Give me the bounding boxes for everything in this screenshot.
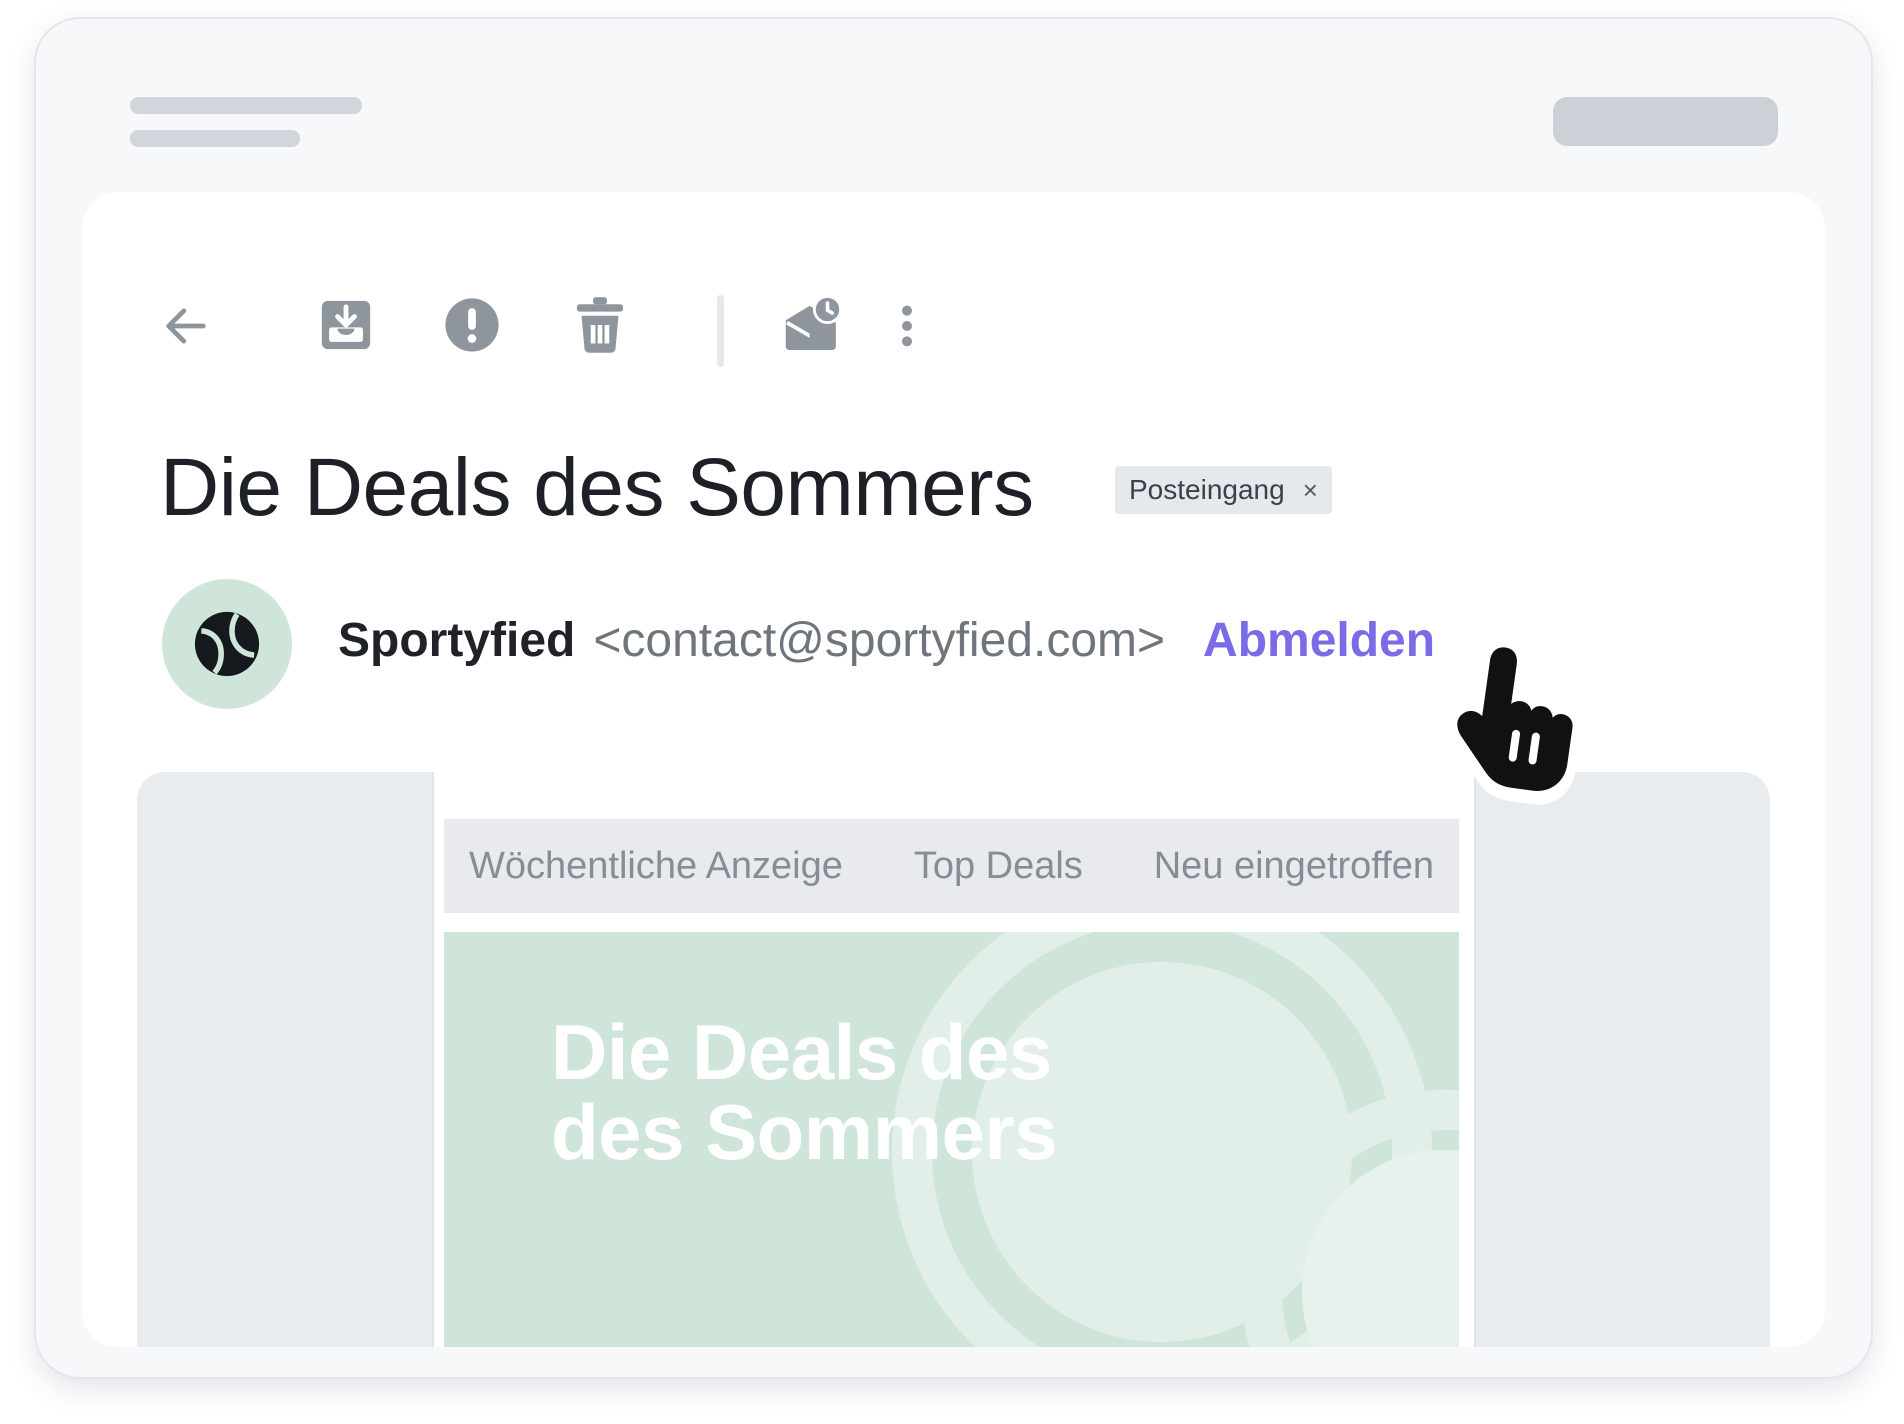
archive-button[interactable] bbox=[306, 285, 386, 365]
label-chip[interactable]: Posteingang × bbox=[1115, 466, 1332, 514]
stage: Die Deals des Sommers Posteingang × Spor… bbox=[0, 0, 1904, 1424]
tennis-ball-icon bbox=[194, 611, 260, 677]
hand-pointer-icon bbox=[1445, 641, 1581, 805]
remove-label-button[interactable]: × bbox=[1303, 477, 1318, 503]
sender-avatar bbox=[162, 579, 292, 709]
report-spam-icon bbox=[445, 298, 499, 352]
unsubscribe-link[interactable]: Abmelden bbox=[1203, 612, 1435, 670]
more-vert-icon bbox=[902, 305, 912, 347]
email-body: Wöchentliche Anzeige Top Deals Neu einge… bbox=[137, 772, 1770, 1347]
newsletter-nav-weekly-ad[interactable]: Wöchentliche Anzeige bbox=[469, 845, 843, 888]
placeholder-button bbox=[1553, 97, 1778, 146]
back-arrow-icon bbox=[166, 308, 206, 344]
email-subject: Die Deals des Sommers bbox=[160, 442, 1034, 533]
label-chip-text: Posteingang bbox=[1129, 474, 1285, 505]
more-options-button[interactable] bbox=[882, 292, 932, 360]
sender-line: Sportyfied <contact@sportyfied.com> Abme… bbox=[338, 612, 1435, 670]
placeholder-subtitle-line bbox=[130, 130, 300, 147]
newsletter-nav: Wöchentliche Anzeige Top Deals Neu einge… bbox=[444, 819, 1459, 913]
delete-icon bbox=[576, 297, 624, 353]
delete-button[interactable] bbox=[560, 285, 640, 365]
hero-title: Die Deals des des Sommers bbox=[551, 1008, 1058, 1176]
placeholder-title-line bbox=[130, 97, 362, 114]
back-button[interactable] bbox=[152, 292, 220, 360]
report-spam-button[interactable] bbox=[432, 285, 512, 365]
newsletter-nav-top-deals[interactable]: Top Deals bbox=[914, 845, 1083, 888]
newsletter-content: Wöchentliche Anzeige Top Deals Neu einge… bbox=[432, 772, 1476, 1347]
sender-name: Sportyfied bbox=[338, 614, 576, 667]
toolbar-divider bbox=[717, 295, 724, 367]
newsletter-hero-banner[interactable]: Die Deals des des Sommers bbox=[444, 932, 1459, 1347]
newsletter-nav-new-arrivals[interactable]: Neu eingetroffen bbox=[1154, 845, 1434, 888]
snooze-icon bbox=[785, 294, 843, 351]
archive-icon bbox=[321, 300, 371, 350]
snooze-button[interactable] bbox=[772, 285, 852, 365]
sender-email: <contact@sportyfied.com> bbox=[593, 614, 1166, 667]
